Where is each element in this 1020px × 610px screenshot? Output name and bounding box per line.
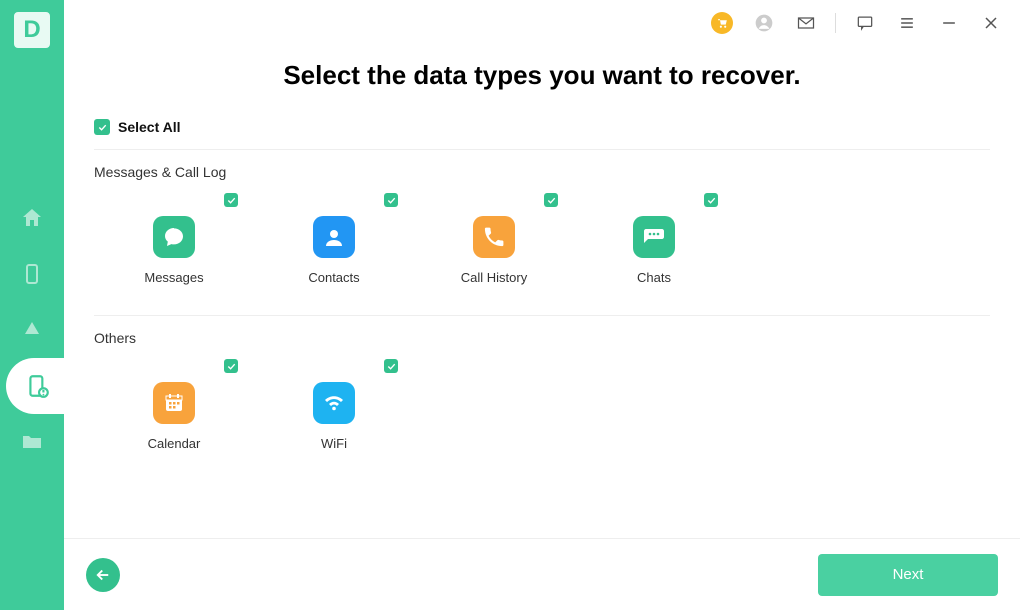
select-all-checkbox[interactable] (94, 119, 110, 135)
next-button-label: Next (893, 566, 924, 583)
section-messages: Messages & Call Log Messages Contacts (94, 150, 990, 316)
item-calendar[interactable]: Calendar (124, 364, 224, 451)
item-chats[interactable]: Chats (604, 198, 704, 285)
nav-phone[interactable] (0, 246, 64, 302)
arrow-left-icon (94, 566, 112, 584)
check-icon (386, 195, 397, 206)
page-title: Select the data types you want to recove… (94, 60, 990, 91)
phone-alert-icon (25, 373, 51, 399)
item-calendar-label: Calendar (148, 436, 201, 451)
check-icon (706, 195, 717, 206)
home-icon (20, 206, 44, 230)
item-calendar-check[interactable] (224, 359, 238, 373)
check-icon (226, 195, 237, 206)
item-messages[interactable]: Messages (124, 198, 224, 285)
section-others-title: Others (94, 330, 990, 346)
item-chats-check[interactable] (704, 193, 718, 207)
footer: Next (64, 538, 1020, 610)
contacts-icon (313, 216, 355, 258)
item-call-history-check[interactable] (544, 193, 558, 207)
item-wifi-label: WiFi (321, 436, 347, 451)
nav-cloud[interactable] (0, 302, 64, 358)
section-messages-title: Messages & Call Log (94, 164, 990, 180)
item-contacts[interactable]: Contacts (284, 198, 384, 285)
item-contacts-check[interactable] (384, 193, 398, 207)
check-icon (226, 361, 237, 372)
app-logo: D (12, 10, 52, 50)
check-icon (97, 122, 108, 133)
others-grid: Calendar WiFi (94, 352, 990, 451)
call-history-icon (473, 216, 515, 258)
nav-recovery-active[interactable] (6, 358, 70, 414)
item-chats-label: Chats (637, 270, 671, 285)
select-all-label: Select All (118, 119, 181, 135)
nav-home[interactable] (0, 190, 64, 246)
item-wifi-check[interactable] (384, 359, 398, 373)
next-button[interactable]: Next (818, 554, 998, 596)
chats-icon (633, 216, 675, 258)
back-button[interactable] (86, 558, 120, 592)
wifi-icon (313, 382, 355, 424)
calendar-icon (153, 382, 195, 424)
check-icon (546, 195, 557, 206)
item-call-history-label: Call History (461, 270, 527, 285)
logo-letter: D (23, 16, 40, 44)
folder-icon (20, 430, 44, 454)
item-messages-label: Messages (144, 270, 203, 285)
item-call-history[interactable]: Call History (444, 198, 544, 285)
phone-device-icon (20, 262, 44, 286)
item-wifi[interactable]: WiFi (284, 364, 384, 451)
messages-icon (153, 216, 195, 258)
cloud-icon (20, 318, 44, 342)
select-all-row: Select All (94, 119, 990, 150)
check-icon (386, 361, 397, 372)
main-panel: Select the data types you want to recove… (64, 0, 1020, 610)
nav-folder[interactable] (0, 414, 64, 470)
sidebar: D (0, 0, 64, 610)
section-others: Others Calendar WiFi (94, 316, 990, 451)
messages-grid: Messages Contacts Call History (94, 186, 990, 285)
item-messages-check[interactable] (224, 193, 238, 207)
item-contacts-label: Contacts (308, 270, 359, 285)
